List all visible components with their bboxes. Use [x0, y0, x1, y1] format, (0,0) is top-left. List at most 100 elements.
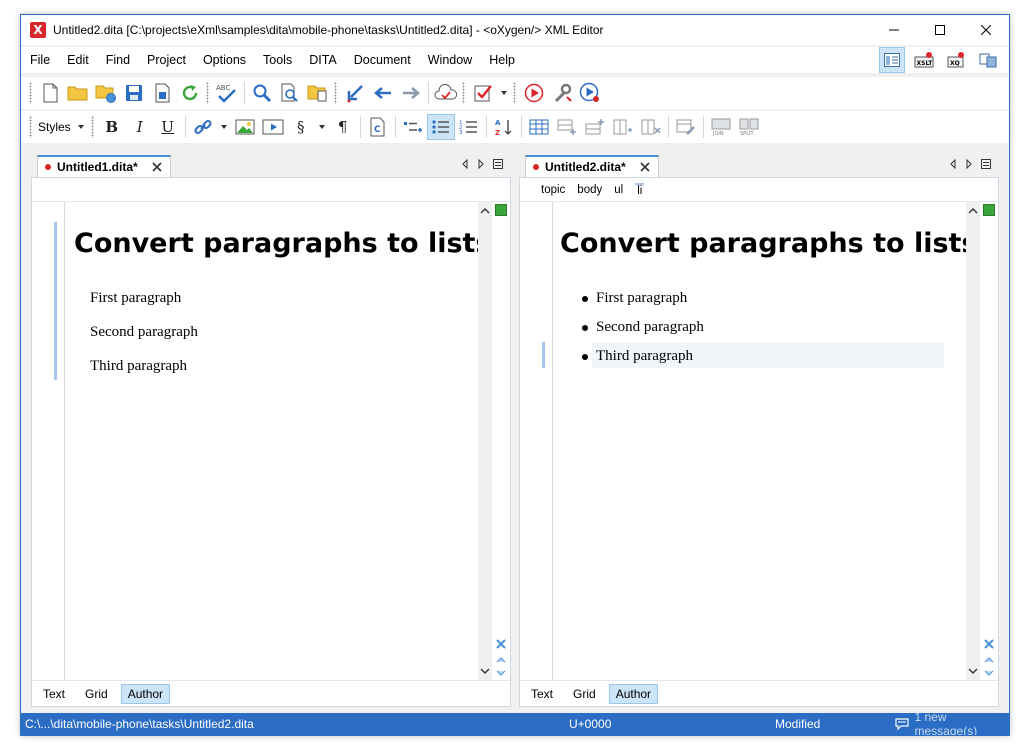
menu-tools[interactable]: Tools: [254, 53, 300, 67]
open-file-button[interactable]: [64, 80, 92, 106]
tab-untitled2[interactable]: Untitled2.dita*: [525, 155, 659, 177]
tab-scroll-left-icon[interactable]: [949, 159, 957, 169]
split-cell-button[interactable]: SPLIT: [735, 114, 763, 140]
insert-section-button[interactable]: §: [287, 114, 315, 140]
insert-row-below-button[interactable]: [553, 114, 581, 140]
close-button[interactable]: [963, 15, 1009, 45]
link-dropdown-button[interactable]: [217, 114, 231, 140]
section-dropdown-button[interactable]: [315, 114, 329, 140]
left-vertical-scrollbar[interactable]: [478, 202, 492, 680]
toolbar-grip[interactable]: [513, 82, 516, 104]
open-url-button[interactable]: [92, 80, 120, 106]
delete-column-button[interactable]: [637, 114, 665, 140]
debug-scenario-button[interactable]: [576, 80, 604, 106]
toolbar-grip[interactable]: [29, 82, 32, 104]
status-messages[interactable]: 1 new message(s): [895, 710, 1009, 735]
list-item[interactable]: Third paragraph: [582, 348, 693, 365]
breadcrumb-li[interactable]: li: [635, 182, 645, 197]
open-find-resource-button[interactable]: [304, 80, 332, 106]
forward-button[interactable]: [397, 80, 425, 106]
paragraph[interactable]: Second paragraph: [90, 324, 198, 341]
close-tab-icon[interactable]: [640, 162, 650, 172]
close-problems-icon[interactable]: [984, 639, 994, 649]
styles-dropdown[interactable]: Styles: [36, 115, 89, 139]
toolbar-grip[interactable]: [462, 82, 465, 104]
next-problem-icon[interactable]: [496, 670, 506, 676]
minimize-button[interactable]: [871, 15, 917, 45]
unordered-list-button[interactable]: [426, 114, 455, 140]
insert-image-button[interactable]: [231, 114, 259, 140]
list-item[interactable]: Second paragraph: [582, 319, 704, 336]
toolbar-grip[interactable]: [90, 116, 94, 138]
tab-scroll-right-icon[interactable]: [965, 159, 973, 169]
insert-row-above-button[interactable]: [581, 114, 609, 140]
close-tab-icon[interactable]: [152, 162, 162, 172]
validation-ok-icon[interactable]: [495, 204, 507, 216]
validate-dropdown-button[interactable]: [497, 80, 511, 106]
menu-file[interactable]: File: [21, 53, 58, 67]
menu-edit[interactable]: Edit: [58, 53, 97, 67]
bold-button[interactable]: B: [98, 114, 126, 140]
topic-title[interactable]: Convert paragraphs to lists: [74, 228, 492, 259]
table-properties-button[interactable]: [672, 114, 700, 140]
reload-button[interactable]: [176, 80, 204, 106]
editor-perspective-button[interactable]: [879, 47, 905, 73]
scroll-up-icon[interactable]: [478, 206, 492, 216]
back-button[interactable]: [369, 80, 397, 106]
next-problem-icon[interactable]: [984, 670, 994, 676]
previous-problem-icon[interactable]: [984, 657, 994, 663]
save-all-button[interactable]: [148, 80, 176, 106]
toolbar-grip[interactable]: [206, 82, 209, 104]
tab-list-icon[interactable]: [981, 159, 991, 169]
mode-tab-author[interactable]: Author: [120, 683, 171, 704]
find-in-files-button[interactable]: [276, 80, 304, 106]
ordered-list-button[interactable]: 123: [455, 114, 483, 140]
toolbar-grip[interactable]: [29, 116, 32, 138]
database-perspective-button[interactable]: [975, 47, 1001, 73]
xslt-debugger-perspective-button[interactable]: XSLT: [911, 47, 937, 73]
breadcrumb-body[interactable]: body: [577, 184, 602, 196]
left-author-editor[interactable]: Convert paragraphs to lists First paragr…: [32, 202, 510, 680]
tab-scroll-left-icon[interactable]: [461, 159, 469, 169]
menu-dita[interactable]: DITA: [300, 53, 345, 67]
insert-table-button[interactable]: [525, 114, 553, 140]
right-vertical-scrollbar[interactable]: [966, 202, 980, 680]
insert-column-button[interactable]: [609, 114, 637, 140]
close-problems-icon[interactable]: [496, 639, 506, 649]
insert-media-button[interactable]: [259, 114, 287, 140]
maximize-button[interactable]: [917, 15, 963, 45]
breadcrumb-ul[interactable]: ul: [614, 184, 623, 196]
menu-window[interactable]: Window: [419, 53, 480, 67]
topic-title[interactable]: Convert paragraphs to lists: [560, 228, 978, 259]
xquery-debugger-perspective-button[interactable]: XQ: [943, 47, 969, 73]
join-cells-button[interactable]: JOIN: [707, 114, 735, 140]
sort-button[interactable]: AZ: [490, 114, 518, 140]
scroll-up-icon[interactable]: [966, 206, 980, 216]
go-to-last-modification-button[interactable]: [341, 80, 369, 106]
scroll-down-icon[interactable]: [478, 666, 492, 676]
italic-button[interactable]: I: [126, 114, 154, 140]
find-replace-button[interactable]: [248, 80, 276, 106]
mode-tab-grid[interactable]: Grid: [78, 684, 115, 704]
insert-codeblock-button[interactable]: C: [364, 114, 392, 140]
validate-button[interactable]: [469, 80, 497, 106]
menu-document[interactable]: Document: [345, 53, 419, 67]
right-author-editor[interactable]: Convert paragraphs to lists First paragr…: [520, 202, 998, 680]
insert-paragraph-button[interactable]: ¶: [329, 114, 357, 140]
insert-list-item-button[interactable]: [399, 114, 427, 140]
mode-tab-grid[interactable]: Grid: [566, 684, 603, 704]
configure-transformation-button[interactable]: [548, 80, 576, 106]
apply-transformation-button[interactable]: [520, 80, 548, 106]
menu-project[interactable]: Project: [138, 53, 194, 67]
check-connection-button[interactable]: [432, 80, 460, 106]
menu-find[interactable]: Find: [97, 53, 138, 67]
save-button[interactable]: [120, 80, 148, 106]
tab-untitled1[interactable]: Untitled1.dita*: [37, 155, 171, 177]
mode-tab-text[interactable]: Text: [524, 684, 560, 704]
tab-scroll-right-icon[interactable]: [477, 159, 485, 169]
paragraph[interactable]: First paragraph: [90, 290, 181, 307]
menu-options[interactable]: Options: [194, 53, 254, 67]
toolbar-grip[interactable]: [334, 82, 337, 104]
menu-help[interactable]: Help: [480, 53, 523, 67]
mode-tab-text[interactable]: Text: [36, 684, 72, 704]
